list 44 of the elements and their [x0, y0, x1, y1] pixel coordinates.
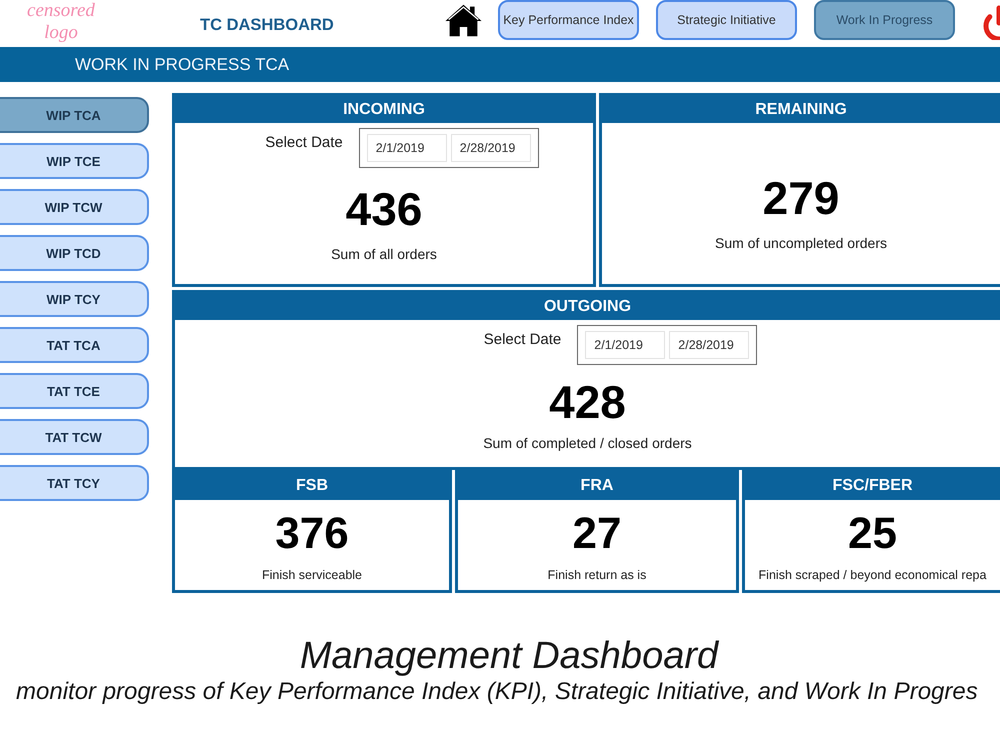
card-header: FSB — [175, 472, 449, 500]
slide-subtitle: monitor progress of Key Performance Index (KPI), Strategic Initiative, and Work In Progres — [16, 678, 978, 706]
metric-value: 279 — [762, 175, 840, 221]
date-label: Select Date — [265, 134, 343, 150]
card-header: OUTGOING — [175, 293, 1000, 320]
nav-button[interactable]: Work In Progress — [814, 0, 955, 40]
date-field[interactable]: 2/1/2019 — [366, 134, 447, 162]
nav-button[interactable]: Key Performance Index — [498, 0, 639, 40]
sidebar-button[interactable]: TAT TCW — [0, 419, 149, 455]
date-label: Select Date — [484, 330, 562, 348]
metric-value: 436 — [346, 186, 422, 232]
date-field[interactable]: 2/1/2019 — [585, 331, 666, 360]
sidebar-button[interactable]: WIP TCA — [0, 97, 149, 133]
sidebar-button[interactable]: WIP TCW — [0, 189, 149, 225]
logo-text: censored logo — [26, 0, 96, 44]
metric-caption: Finish scraped / beyond economical repa — [758, 568, 986, 582]
sidebar-button[interactable]: WIP TCD — [0, 235, 149, 271]
metric-value: 27 — [572, 512, 622, 556]
metric-caption: Sum of all orders — [331, 246, 437, 262]
dashboard-title: TC DASHBOARD — [200, 15, 334, 35]
nav-button[interactable]: Strategic Initiative — [656, 0, 797, 40]
slide-title: Management Dashboard — [300, 634, 718, 678]
sidebar-button[interactable]: TAT TCE — [0, 373, 149, 409]
metric-value: 376 — [275, 512, 349, 556]
metric-caption: Finish return as is — [548, 568, 646, 582]
page-heading: WORK IN PROGRESS TCA — [75, 54, 290, 74]
metric-caption: Sum of uncompleted orders — [715, 235, 887, 251]
metric-caption: Sum of completed / closed orders — [483, 435, 692, 452]
metric-value: 25 — [848, 512, 897, 556]
date-field[interactable]: 2/28/2019 — [669, 331, 750, 360]
metric-value: 428 — [549, 379, 626, 426]
sidebar-button[interactable]: WIP TCE — [0, 143, 149, 179]
card-header: FRA — [458, 472, 736, 500]
card-header: FSC/FBER — [745, 472, 1000, 500]
card-header: REMAINING — [602, 96, 1000, 123]
date-field[interactable]: 2/28/2019 — [450, 134, 531, 162]
sidebar-button[interactable]: TAT TCA — [0, 327, 149, 363]
sidebar-button[interactable]: WIP TCY — [0, 281, 149, 317]
home-icon[interactable] — [445, 3, 482, 38]
date-range-picker[interactable]: 2/1/2019 2/28/2019 — [358, 128, 539, 168]
date-range-picker[interactable]: 2/1/2019 2/28/2019 — [577, 325, 758, 366]
metric-caption: Finish serviceable — [262, 568, 362, 582]
sidebar-button[interactable]: TAT TCY — [0, 465, 149, 501]
card-header: INCOMING — [175, 96, 593, 123]
